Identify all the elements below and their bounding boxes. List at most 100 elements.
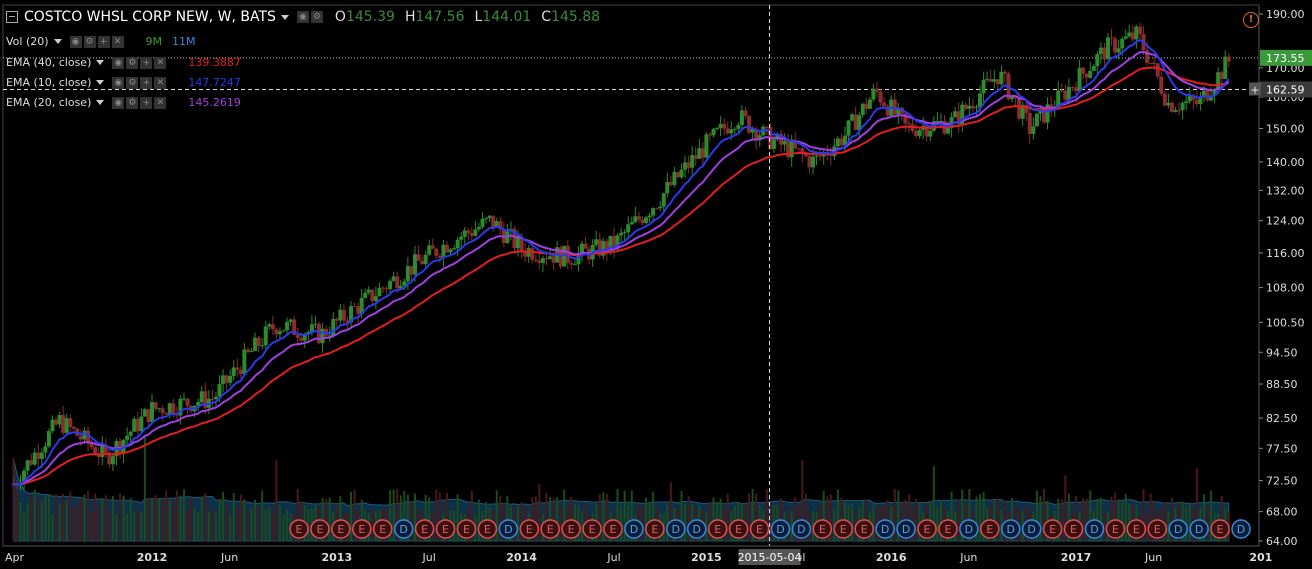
- price-tick-label: 82.50: [1266, 412, 1298, 425]
- candle-body: [313, 323, 318, 325]
- plus-icon[interactable]: +: [97, 35, 110, 48]
- candle-body: [462, 230, 467, 237]
- volume-bar: [893, 488, 896, 541]
- candle-body: [640, 219, 645, 224]
- indicator-row[interactable]: EMA (40, close) ◉ ⚙ + ✕ 139.3887: [6, 56, 241, 69]
- candle-body: [839, 138, 844, 146]
- event-marker-label: D: [1006, 523, 1014, 536]
- ohlc-value: 145.88: [551, 9, 601, 25]
- candle-body: [1177, 110, 1182, 112]
- volume-bar: [204, 493, 207, 541]
- candle-body: [1081, 67, 1086, 74]
- volume-bar: [26, 502, 29, 541]
- volume-bar: [254, 499, 257, 541]
- gear-icon[interactable]: ⚙: [310, 11, 323, 23]
- candle-body: [818, 155, 823, 157]
- close-icon[interactable]: ✕: [154, 56, 167, 69]
- candle-body: [718, 123, 723, 129]
- volume-bar: [371, 509, 374, 541]
- candle-body: [647, 215, 652, 218]
- candle-body: [633, 216, 638, 223]
- candle-body: [1134, 26, 1139, 40]
- candle-body: [50, 419, 55, 432]
- indicator-row[interactable]: EMA (10, close) ◉ ⚙ + ✕ 147.7247: [6, 76, 241, 89]
- event-marker-label: E: [358, 523, 365, 536]
- candle-body: [1098, 47, 1103, 55]
- candle-body: [167, 403, 172, 415]
- eye-icon[interactable]: ◉: [296, 11, 309, 23]
- chevron-down-icon[interactable]: [96, 80, 105, 85]
- candle-body: [1120, 38, 1125, 49]
- event-marker-label: E: [589, 523, 596, 536]
- plus-icon[interactable]: +: [140, 96, 153, 109]
- eye-icon[interactable]: ◉: [69, 35, 82, 48]
- gear-icon[interactable]: ⚙: [83, 35, 96, 48]
- price-tick-label: 94.50: [1266, 346, 1298, 359]
- volume-bar: [97, 505, 100, 541]
- indicator-label[interactable]: EMA (20, close): [6, 96, 91, 109]
- event-marker-label: D: [1174, 523, 1182, 536]
- volume-bar: [1060, 499, 1063, 541]
- volume-bar: [83, 494, 86, 541]
- gear-icon[interactable]: ⚙: [126, 56, 139, 69]
- volume-bar: [119, 493, 122, 541]
- indicator-label[interactable]: EMA (40, close): [6, 56, 91, 69]
- candle-body: [1127, 32, 1132, 37]
- close-icon[interactable]: ✕: [154, 96, 167, 109]
- candle-body: [1091, 66, 1096, 71]
- event-marker-label: D: [672, 523, 680, 536]
- volume-bar: [133, 511, 136, 541]
- volume-bar: [769, 501, 772, 541]
- volume-bar: [271, 510, 274, 541]
- volume-bar: [101, 498, 104, 541]
- plus-icon[interactable]: +: [140, 76, 153, 89]
- chevron-down-icon[interactable]: [96, 60, 105, 65]
- chevron-down-icon[interactable]: [280, 14, 289, 20]
- eye-icon[interactable]: ◉: [112, 76, 125, 89]
- indicator-label[interactable]: Vol (20): [6, 35, 49, 48]
- close-icon[interactable]: ✕: [111, 35, 124, 48]
- gear-icon[interactable]: ⚙: [126, 76, 139, 89]
- candle-body: [1219, 72, 1224, 79]
- candle-body: [270, 324, 275, 330]
- chevron-down-icon[interactable]: [53, 39, 62, 44]
- event-marker-label: E: [568, 523, 575, 536]
- candle-body: [846, 120, 851, 136]
- candle-body: [249, 351, 254, 353]
- volume-bar: [915, 499, 918, 541]
- event-marker-label: E: [944, 523, 951, 536]
- candle-body: [135, 418, 140, 432]
- volume-bar: [126, 513, 129, 541]
- volume-bar: [33, 489, 36, 541]
- candle-body: [946, 128, 951, 134]
- close-icon[interactable]: ✕: [154, 76, 167, 89]
- event-marker-label: D: [1237, 523, 1245, 536]
- chevron-down-icon[interactable]: [96, 100, 105, 105]
- indicator-row[interactable]: EMA (20, close) ◉ ⚙ + ✕ 145.2619: [6, 96, 241, 109]
- volume-bar: [559, 505, 562, 541]
- volume-bar: [239, 494, 242, 541]
- candle-body: [860, 103, 865, 115]
- candle-body: [25, 460, 30, 471]
- candle-body: [974, 107, 979, 109]
- candle-body: [1077, 67, 1082, 92]
- volume-bar: [69, 491, 72, 541]
- crosshair-date-label: 2015-05-04: [738, 551, 802, 564]
- volume-bar: [200, 496, 203, 541]
- plus-icon[interactable]: +: [140, 56, 153, 69]
- event-marker-label: D: [776, 523, 784, 536]
- volume-bar: [243, 499, 246, 541]
- candle-body: [796, 148, 801, 150]
- event-marker-label: E: [547, 523, 554, 536]
- indicator-label[interactable]: EMA (10, close): [6, 76, 91, 89]
- candle-body: [1169, 102, 1174, 112]
- volume-bar: [111, 496, 114, 541]
- candle-body: [988, 78, 993, 82]
- symbol-title[interactable]: COSTCO WHSL CORP NEW, W, BATS: [24, 9, 276, 25]
- gear-icon[interactable]: ⚙: [126, 96, 139, 109]
- eye-icon[interactable]: ◉: [112, 96, 125, 109]
- candle-body: [1074, 87, 1078, 92]
- collapse-icon[interactable]: [6, 11, 18, 23]
- eye-icon[interactable]: ◉: [112, 56, 125, 69]
- volume-bar: [392, 489, 395, 541]
